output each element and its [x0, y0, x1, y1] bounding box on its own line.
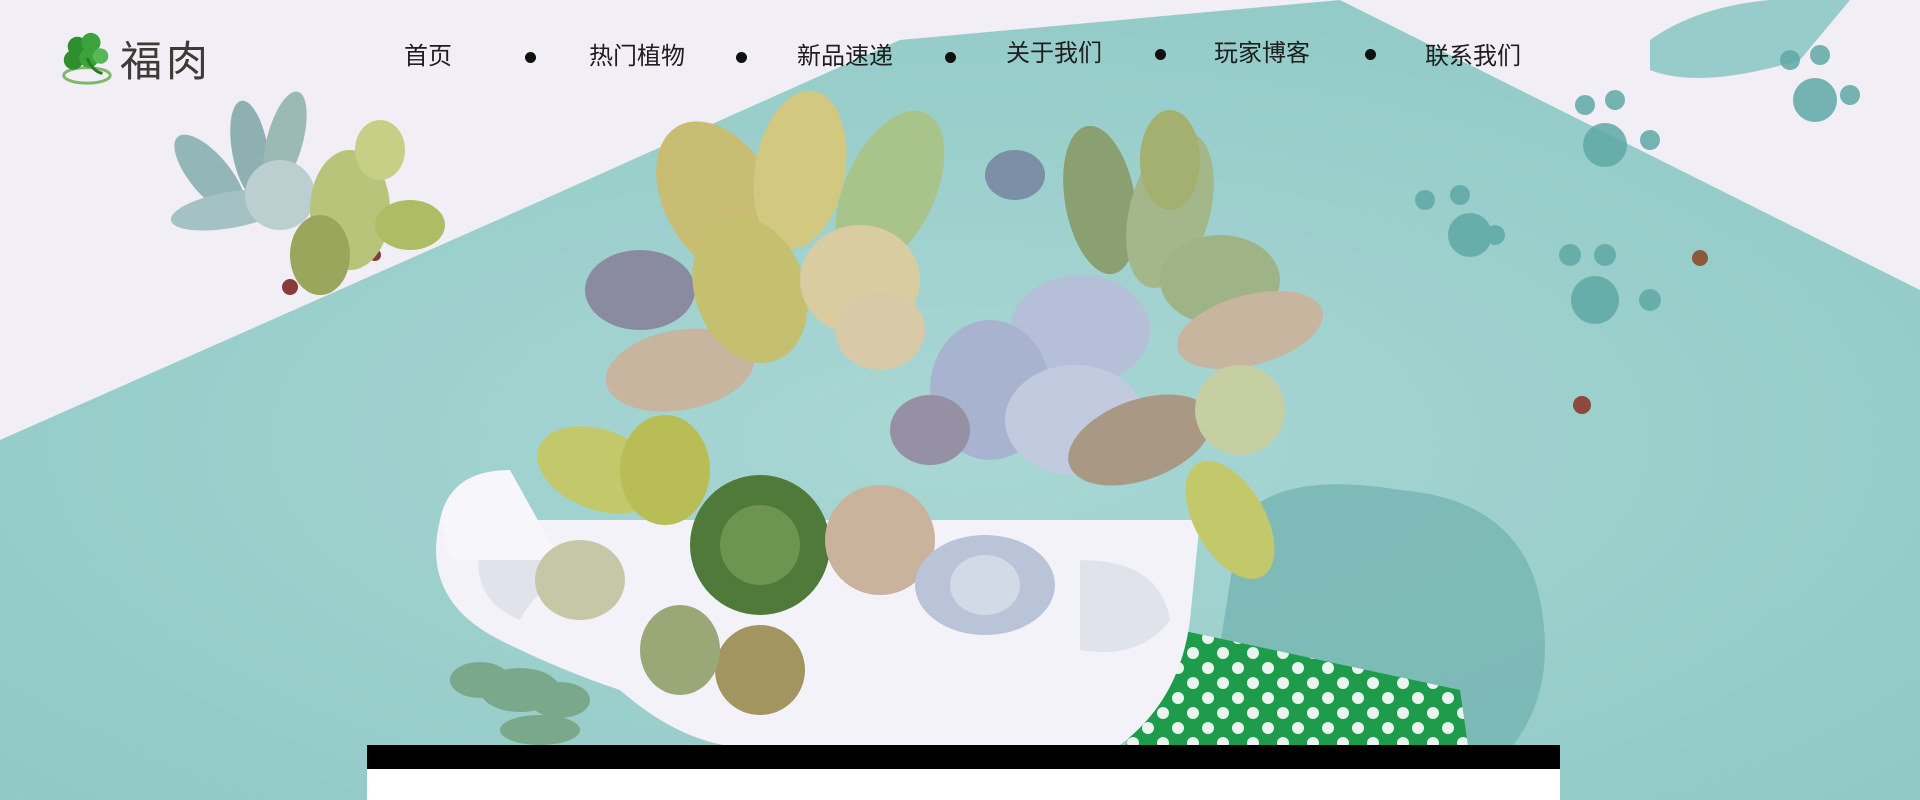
four-leaf-clover-icon: [62, 32, 112, 85]
bullet-dot-icon: [525, 52, 536, 63]
bullet-dot-icon: [1155, 49, 1166, 60]
content-panel: [367, 745, 1560, 800]
page: 福肉 首页 热门植物 新品速递 关于我们 玩家博客 联系我们: [0, 0, 1920, 800]
nav-item-blog[interactable]: 玩家博客: [1214, 33, 1310, 73]
main-nav: 首页 热门植物 新品速递 关于我们 玩家博客 联系我们: [340, 36, 1540, 76]
bullet-dot-icon: [945, 52, 956, 63]
bullet-dot-icon: [1365, 49, 1376, 60]
bullet-dot-icon: [736, 52, 747, 63]
nav-item-new-arrivals[interactable]: 新品速递: [797, 36, 893, 76]
nav-item-home[interactable]: 首页: [404, 36, 452, 76]
brand-name: 福肉: [120, 36, 213, 86]
site-header: 福肉 首页 热门植物 新品速递 关于我们 玩家博客 联系我们: [0, 0, 1920, 120]
hero-illustration: [0, 0, 1920, 800]
logo[interactable]: 福肉: [58, 28, 212, 88]
nav-item-about[interactable]: 关于我们: [1006, 33, 1102, 73]
nav-item-contact[interactable]: 联系我们: [1425, 36, 1521, 76]
nav-item-hot-plants[interactable]: 热门植物: [589, 36, 685, 76]
